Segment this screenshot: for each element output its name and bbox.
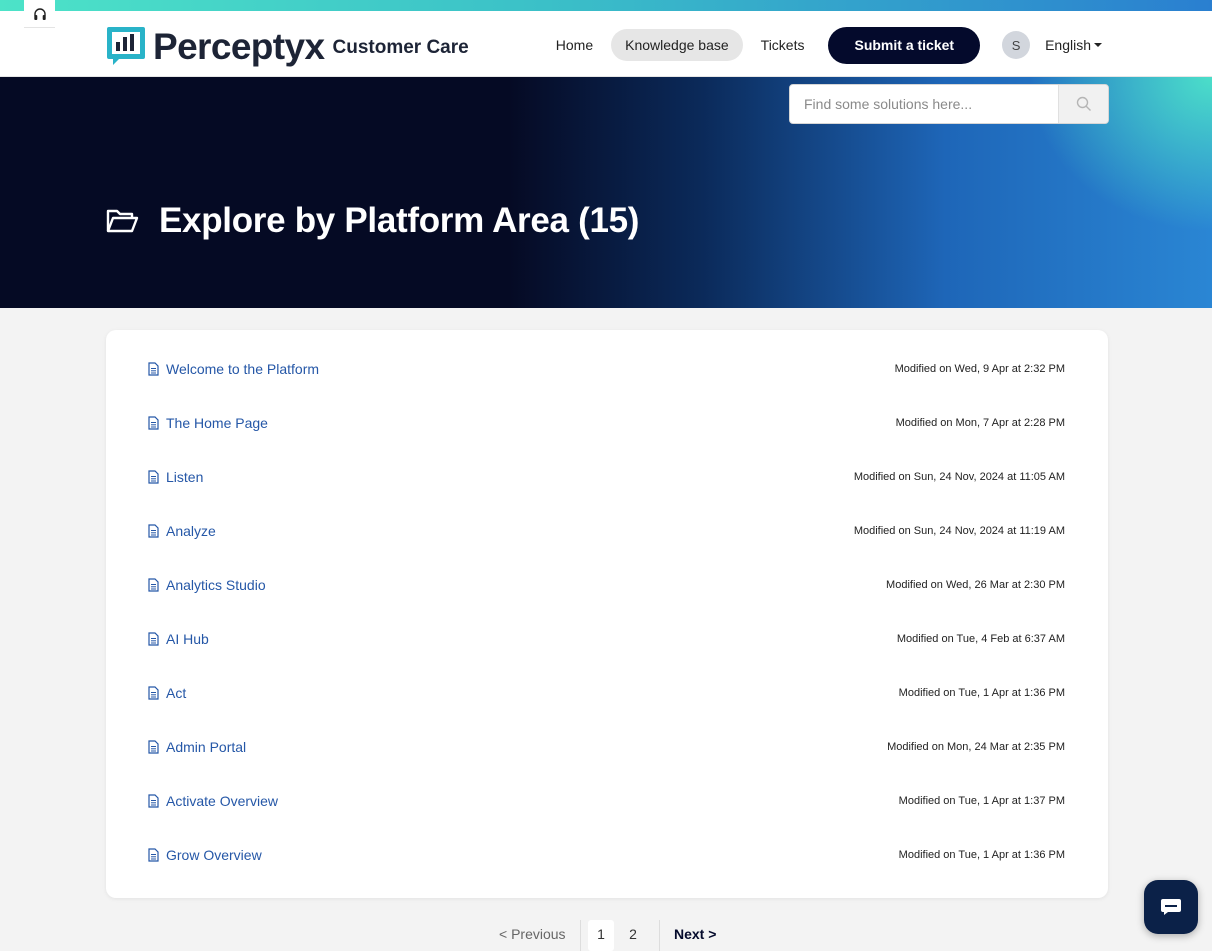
article-row: Act Modified on Tue, 1 Apr at 1:36 PM [148,683,1065,703]
article-title-group: AI Hub [148,631,209,647]
top-navbar: Perceptyx Customer Care Home Knowledge b… [0,11,1212,77]
search-box [789,84,1109,124]
article-link[interactable]: The Home Page [166,415,268,431]
article-modified-date: Modified on Sun, 24 Nov, 2024 at 11:19 A… [853,525,1065,537]
article-row: Welcome to the Platform Modified on Wed, … [148,359,1065,379]
article-row: Grow Overview Modified on Tue, 1 Apr at 1… [148,845,1065,865]
document-icon [148,416,159,430]
brand-name: Perceptyx [153,25,325,67]
article-modified-date: Modified on Mon, 24 Mar at 2:35 PM [887,741,1065,753]
language-selector[interactable]: English [1045,37,1102,53]
article-link[interactable]: Act [166,685,186,701]
article-title-group: Analyze [148,523,216,539]
document-icon [148,632,159,646]
pagination-page-2[interactable]: 2 [620,920,646,951]
article-modified-date: Modified on Tue, 1 Apr at 1:37 PM [898,795,1065,807]
document-icon [148,848,159,862]
article-link[interactable]: Admin Portal [166,739,246,755]
chart-bubble-logo-icon [107,27,145,65]
article-modified-date: Modified on Tue, 4 Feb at 6:37 AM [896,633,1065,645]
article-title-group: Welcome to the Platform [148,361,319,377]
article-modified-date: Modified on Sun, 24 Nov, 2024 at 11:05 A… [853,471,1065,483]
article-row: The Home Page Modified on Mon, 7 Apr at 2… [148,413,1065,433]
article-row: AI Hub Modified on Tue, 4 Feb at 6:37 AM [148,629,1065,649]
page-heading: Explore by Platform Area (15) [105,201,639,241]
article-modified-date: Modified on Wed, 9 Apr at 2:32 PM [894,363,1065,375]
document-icon [148,794,159,808]
nav-knowledge-base[interactable]: Knowledge base [611,29,743,61]
article-title-group: Admin Portal [148,739,246,755]
article-list-card: Welcome to the Platform Modified on Wed, … [106,330,1108,898]
brand-subtitle: Customer Care [332,36,469,58]
article-row: Analytics Studio Modified on Wed, 26 Mar … [148,575,1065,595]
document-icon [148,578,159,592]
caret-down-icon [1094,43,1102,47]
article-title-group: Analytics Studio [148,577,266,593]
brand[interactable]: Perceptyx Customer Care [105,25,469,67]
search-button[interactable] [1058,85,1108,123]
chat-bubble-icon [1161,899,1181,915]
article-modified-date: Modified on Mon, 7 Apr at 2:28 PM [895,417,1065,429]
headset-icon [33,7,46,20]
article-title-group: Listen [148,469,203,485]
search-icon [1076,96,1091,111]
folder-open-icon [106,209,139,233]
document-icon [148,740,159,754]
page-title: Explore by Platform Area (15) [159,201,640,240]
pagination-divider [580,920,581,951]
support-widget-tab[interactable] [24,0,55,28]
article-title-group: Activate Overview [148,793,278,809]
document-icon [148,362,159,376]
nav-home[interactable]: Home [542,29,607,61]
article-row: Activate Overview Modified on Tue, 1 Apr … [148,791,1065,811]
chat-widget-button[interactable] [1144,880,1198,934]
article-modified-date: Modified on Wed, 26 Mar at 2:30 PM [886,579,1065,591]
main-nav: Home Knowledge base Tickets Submit a tic… [538,26,1102,64]
language-label: English [1045,37,1091,53]
pagination-page-1[interactable]: 1 [588,920,614,951]
article-row: Listen Modified on Sun, 24 Nov, 2024 at 1… [148,467,1065,487]
article-modified-date: Modified on Tue, 1 Apr at 1:36 PM [898,849,1065,861]
pagination-previous[interactable]: < Previous [499,920,566,951]
article-link[interactable]: Grow Overview [166,847,262,863]
search-input[interactable] [790,85,1058,123]
pagination-divider [659,920,660,951]
pagination-next[interactable]: Next > [674,920,716,951]
top-accent-strip [0,0,1212,11]
submit-ticket-button[interactable]: Submit a ticket [828,26,981,64]
article-link[interactable]: Listen [166,469,203,485]
article-link[interactable]: Analyze [166,523,216,539]
article-row: Admin Portal Modified on Mon, 24 Mar at 2… [148,737,1065,757]
article-row: Analyze Modified on Sun, 24 Nov, 2024 at … [148,521,1065,541]
document-icon [148,686,159,700]
document-icon [148,524,159,538]
hero-banner: Explore by Platform Area (15) [0,77,1212,308]
article-link[interactable]: Welcome to the Platform [166,361,319,377]
article-title-group: Grow Overview [148,847,262,863]
avatar[interactable]: S [1002,31,1031,59]
article-title-group: The Home Page [148,415,268,431]
article-title-group: Act [148,685,186,701]
pagination: < Previous 1 2 Next > [0,920,1212,951]
nav-tickets[interactable]: Tickets [747,29,819,61]
article-link[interactable]: AI Hub [166,631,209,647]
article-link[interactable]: Activate Overview [166,793,278,809]
document-icon [148,470,159,484]
article-link[interactable]: Analytics Studio [166,577,266,593]
article-modified-date: Modified on Tue, 1 Apr at 1:36 PM [898,687,1065,699]
